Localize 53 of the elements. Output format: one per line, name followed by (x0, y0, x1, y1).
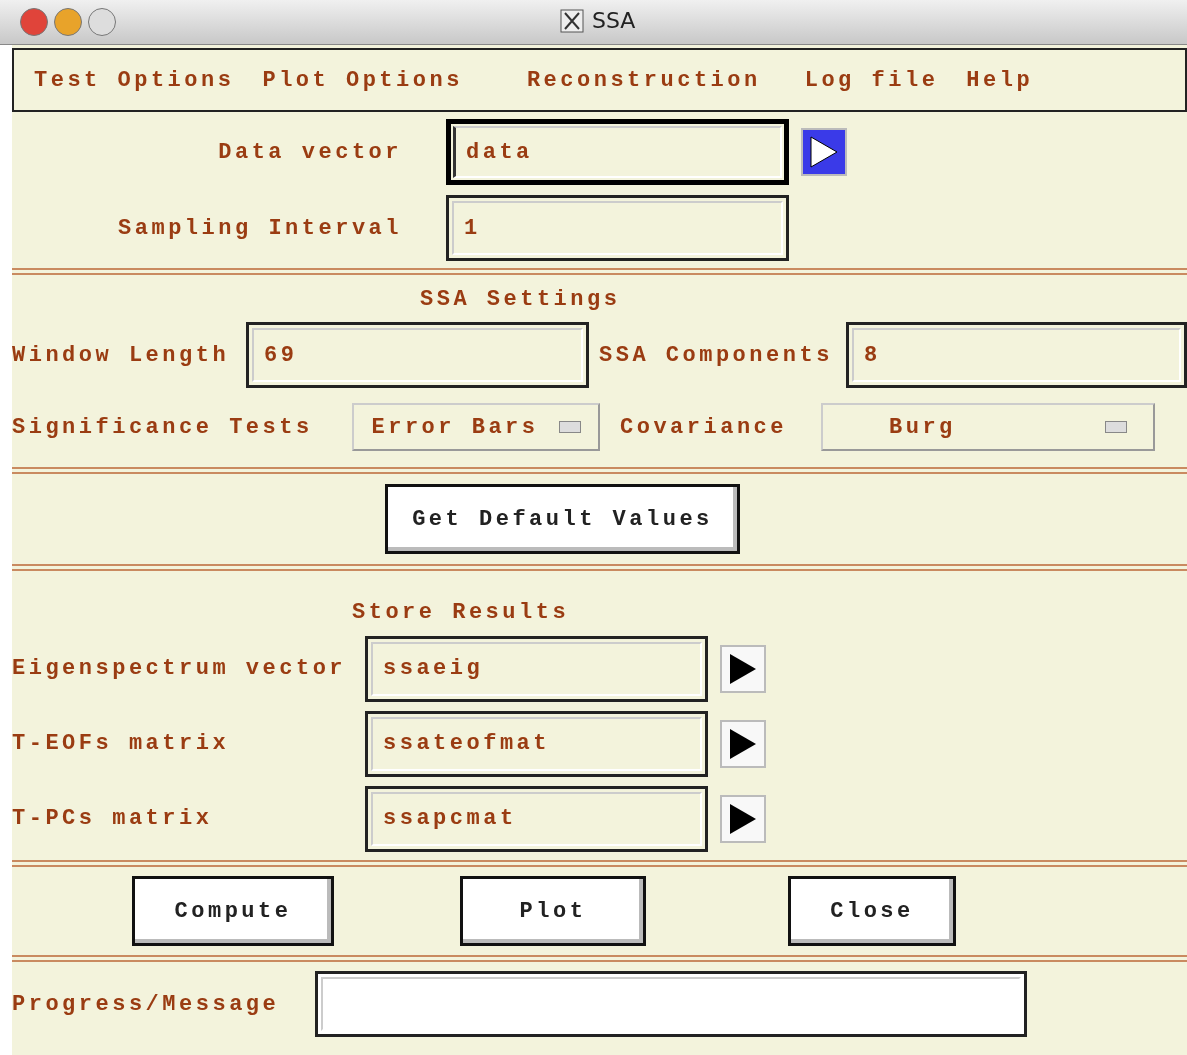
input-field[interactable]: data (446, 119, 789, 185)
menu-item[interactable]: Help (966, 67, 1034, 93)
action-button[interactable]: Plot (460, 876, 646, 946)
dropdown[interactable]: Burg (821, 403, 1155, 451)
menu-item[interactable]: Plot Options (262, 67, 463, 93)
action-button[interactable]: Compute (132, 876, 334, 946)
field-label: Sampling Interval (117, 215, 402, 241)
field-label: Significance Tests (12, 414, 314, 440)
input-field[interactable]: ssapcmat (365, 785, 708, 852)
dropdown-icon (558, 421, 581, 433)
arrow-button[interactable] (801, 128, 847, 176)
field-value: data (453, 126, 782, 178)
field-value: 8 (852, 328, 1181, 382)
field-label: Eigenspectrum vector (12, 656, 348, 681)
field-label: Data vector (217, 139, 402, 165)
input-field[interactable]: 8 (846, 322, 1187, 388)
field-value: ssaeig (371, 641, 702, 696)
play-icon (809, 135, 839, 169)
menu-item[interactable]: Reconstruction (526, 67, 761, 93)
x11-icon (560, 8, 584, 33)
field-label: T-PCs matrix (12, 806, 214, 831)
input-field[interactable]: 1 (446, 195, 789, 261)
arrow-button[interactable] (720, 644, 766, 693)
section-title: SSA Settings (420, 286, 621, 312)
field-label: Covariance (620, 414, 789, 440)
field-label: Window Length (12, 342, 231, 368)
menu-item[interactable]: Test Options (34, 67, 235, 93)
field-value: ssateofmat (371, 716, 702, 771)
close-icon[interactable] (20, 8, 48, 36)
dropdown-icon (1105, 421, 1127, 433)
field-value: 69 (252, 328, 583, 382)
window-title: SSA (592, 8, 636, 33)
play-icon (728, 651, 758, 686)
field-label: T-EOFs matrix (12, 731, 231, 756)
message-field[interactable] (315, 971, 1027, 1037)
input-field[interactable]: 69 (246, 322, 589, 388)
field-label: Progress/Message (12, 991, 281, 1017)
field-label: SSA Components (599, 342, 834, 368)
arrow-button[interactable] (720, 794, 766, 843)
minimize-icon[interactable] (54, 8, 82, 36)
input-field[interactable]: ssaeig (365, 635, 708, 702)
action-button[interactable]: Close (788, 876, 956, 946)
menu-item[interactable]: Log file (804, 67, 939, 93)
dropdown[interactable]: Error Bars (352, 403, 600, 451)
field-value: ssapcmat (371, 791, 702, 846)
default-values-button[interactable]: Get Default Values (385, 484, 740, 554)
play-icon (728, 801, 758, 836)
arrow-button[interactable] (720, 719, 766, 768)
field-value: 1 (452, 201, 783, 255)
zoom-icon[interactable] (88, 8, 116, 36)
input-field[interactable]: ssateofmat (365, 710, 708, 777)
play-icon (728, 726, 758, 761)
section-title: Store Results (352, 600, 570, 625)
